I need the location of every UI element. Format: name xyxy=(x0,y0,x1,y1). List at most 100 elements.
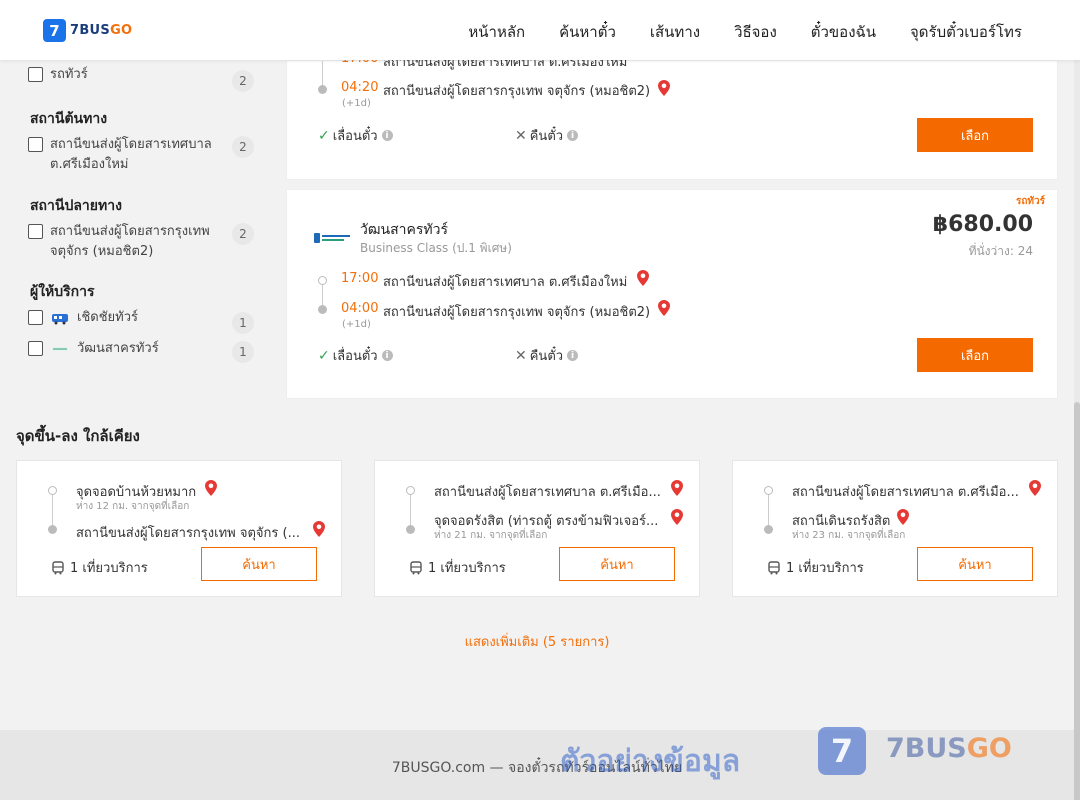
to-dot xyxy=(764,525,773,534)
nav-search-ticket[interactable]: ค้นหาตั๋ว xyxy=(559,20,616,44)
origin-filter-title: สถานีต้นทาง xyxy=(30,111,108,127)
departure-dot xyxy=(318,276,327,285)
filter-sidebar: รถทัวร์ 2 สถานีต้นทาง สถานีขนส่งผู้โดยสา… xyxy=(16,60,264,400)
arrival-dot xyxy=(318,85,327,94)
refund-label: คืนตั๋ว xyxy=(529,129,564,144)
filter-count: 2 xyxy=(232,136,254,158)
info-icon[interactable]: i xyxy=(381,130,393,141)
checkbox[interactable] xyxy=(28,341,43,356)
timeline-line xyxy=(768,495,769,525)
map-pin-icon[interactable] xyxy=(897,509,909,525)
refund-label: คืนตั๋ว xyxy=(529,349,564,364)
nearby-distance: ห่าง 12 กม. จากจุดที่เลือก xyxy=(76,501,190,512)
filter-label: สถานีขนส่งผู้โดยสารกรุงเทพ จตุจักร (หมอช… xyxy=(50,224,210,259)
from-dot xyxy=(406,486,415,495)
trip-card: รถทัวร์ วัฒนสาครทัวร์ Business Class (ป.… xyxy=(286,189,1058,399)
service-label: 1 เที่ยวบริการ xyxy=(428,561,506,576)
nearby-card: สถานีขนส่งผู้โดยสารเทศบาล ต.ศรีเมือ... ส… xyxy=(732,460,1058,597)
filter-provider-watthanasakhon[interactable]: วัฒนสาครทัวร์ 1 xyxy=(28,339,254,363)
from-dot xyxy=(48,486,57,495)
logo-badge: 7 xyxy=(43,19,66,42)
reschedule-policy: ✓ เลื่อนตั๋ว i xyxy=(318,345,393,366)
watermark-brand: 7BUSGO xyxy=(886,733,1012,764)
nearby-distance: ห่าง 21 กม. จากจุดที่เลือก xyxy=(434,530,548,541)
nearby-from-stop: สถานีขนส่งผู้โดยสารเทศบาล ต.ศรีเมือ... xyxy=(434,485,661,500)
filter-provider-cherdchai[interactable]: เชิดชัยทัวร์ 1 xyxy=(28,308,254,334)
from-dot xyxy=(764,486,773,495)
bus-icon xyxy=(768,560,780,574)
map-pin-icon[interactable] xyxy=(671,480,683,496)
scrollbar-thumb[interactable] xyxy=(1074,402,1080,800)
check-icon: ✓ xyxy=(318,127,330,144)
provider-filter-title: ผู้ให้บริการ xyxy=(30,284,95,300)
map-pin-icon[interactable] xyxy=(637,270,649,286)
nearby-section-title: จุดขึ้น-ลง ใกล้เคียง xyxy=(16,427,140,445)
reschedule-policy: ✓ เลื่อนตั๋ว i xyxy=(318,125,393,146)
nav-routes[interactable]: เส้นทาง xyxy=(650,20,700,44)
select-trip-button[interactable]: เลือก xyxy=(917,118,1033,152)
service-count: 1 เที่ยวบริการ xyxy=(51,557,148,578)
map-pin-icon[interactable] xyxy=(658,300,670,316)
filter-count: 1 xyxy=(232,341,254,363)
page-scrollbar[interactable] xyxy=(1074,60,1080,800)
info-icon[interactable]: i xyxy=(567,350,579,361)
select-trip-button[interactable]: เลือก xyxy=(917,338,1033,372)
departure-stop: สถานีขนส่งผู้โดยสารเทศบาล ต.ศรีเมืองใหม่ xyxy=(383,275,628,290)
arrival-dot xyxy=(318,305,327,314)
nearby-search-button[interactable]: ค้นหา xyxy=(201,547,317,581)
bus-class: Business Class (ป.1 พิเศษ) xyxy=(360,241,512,255)
nav-how-to-book[interactable]: วิธีจอง xyxy=(734,20,777,44)
nav-my-tickets[interactable]: ตั๋วของฉัน xyxy=(811,20,876,44)
refund-policy: ✕ คืนตั๋ว i xyxy=(515,125,579,146)
map-pin-icon[interactable] xyxy=(671,509,683,525)
reschedule-label: เลื่อนตั๋ว xyxy=(332,129,378,144)
next-day-marker: (+1d) xyxy=(342,319,371,330)
reschedule-label: เลื่อนตั๋ว xyxy=(332,349,378,364)
filter-count: 2 xyxy=(232,223,254,245)
filter-bus-type[interactable]: รถทัวร์ 2 xyxy=(28,65,254,92)
bus-icon xyxy=(52,560,64,574)
arrival-stop: สถานีขนส่งผู้โดยสารกรุงเทพ จตุจักร (หมอช… xyxy=(383,305,651,320)
nav-ticket-pickup[interactable]: จุดรับตั๋วเบอร์โทร xyxy=(910,20,1022,44)
checkbox[interactable] xyxy=(28,137,43,152)
watermark-text: ตัวอย่างข้อมูล xyxy=(560,744,741,779)
service-count: 1 เที่ยวบริการ xyxy=(767,557,864,578)
info-icon[interactable]: i xyxy=(567,130,579,141)
nearby-search-button[interactable]: ค้นหา xyxy=(917,547,1033,581)
checkbox[interactable] xyxy=(28,67,43,82)
trip-card: 17:00 สถานีขนส่งผู้โดยสารเทศบาล ต.ศรีเมื… xyxy=(286,51,1058,180)
filter-origin[interactable]: สถานีขนส่งผู้โดยสารเทศบาล ต.ศรีเมืองใหม่… xyxy=(28,135,254,175)
show-more-link[interactable]: แสดงเพิ่มเติม (5 รายการ) xyxy=(0,631,1074,652)
arrival-stop: สถานีขนส่งผู้โดยสารกรุงเทพ จตุจักร (หมอช… xyxy=(383,84,651,99)
map-pin-icon[interactable] xyxy=(1029,480,1041,496)
checkbox[interactable] xyxy=(28,224,43,239)
map-pin-icon[interactable] xyxy=(658,80,670,96)
checkbox[interactable] xyxy=(28,310,43,325)
timeline-line xyxy=(52,495,53,525)
arrival-time: 04:20 xyxy=(341,80,379,95)
map-pin-icon[interactable] xyxy=(205,480,217,496)
timeline-line xyxy=(322,285,323,305)
refund-policy: ✕ คืนตั๋ว i xyxy=(515,345,579,366)
filter-destination[interactable]: สถานีขนส่งผู้โดยสารกรุงเทพ จตุจักร (หมอช… xyxy=(28,222,254,262)
filter-count: 2 xyxy=(232,70,254,92)
bus-icon xyxy=(410,560,422,574)
operator-name: วัฒนสาครทัวร์ xyxy=(360,222,448,238)
map-pin-icon[interactable] xyxy=(313,521,325,537)
operator-logo-icon xyxy=(314,233,350,243)
cross-icon: ✕ xyxy=(515,347,527,364)
service-label: 1 เที่ยวบริการ xyxy=(786,561,864,576)
site-logo[interactable]: 7 7BUSGO xyxy=(43,19,132,42)
departure-time: 17:00 xyxy=(341,271,379,286)
logo-text: 7BUSGO xyxy=(70,23,133,38)
nearby-distance: ห่าง 23 กม. จากจุดที่เลือก xyxy=(792,530,906,541)
nearby-search-button[interactable]: ค้นหา xyxy=(559,547,675,581)
cross-icon: ✕ xyxy=(515,127,527,144)
filter-count: 1 xyxy=(232,312,254,334)
nav-home[interactable]: หน้าหลัก xyxy=(468,20,525,44)
cherdchai-logo-icon xyxy=(52,314,68,325)
timeline-line xyxy=(322,61,323,87)
watthanasakhon-logo-icon xyxy=(52,347,68,351)
nearby-to-stop: สถานีขนส่งผู้โดยสารกรุงเทพ จตุจักร (... xyxy=(76,526,300,541)
info-icon[interactable]: i xyxy=(381,350,393,361)
